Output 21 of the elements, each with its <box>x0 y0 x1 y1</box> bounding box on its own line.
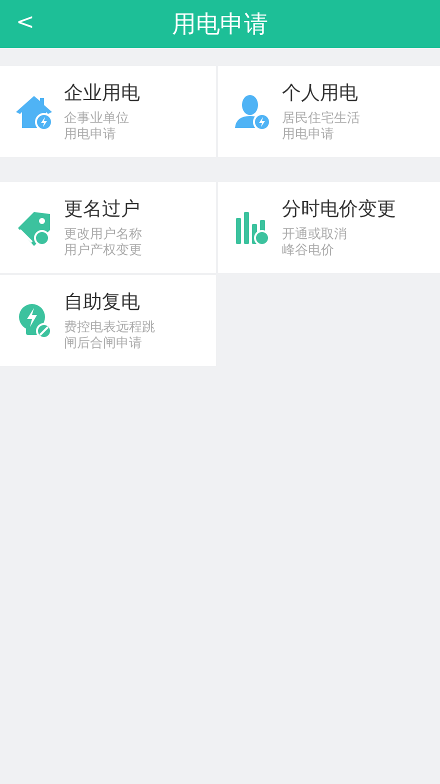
tile-description: 开通或取消 <box>282 227 348 243</box>
tile-title: 更名过户 <box>64 197 141 222</box>
tile-description: 用电申请 <box>282 127 335 143</box>
page-title: 用电申请 <box>172 9 268 40</box>
tile-description: 闸后合闸申请 <box>64 336 143 352</box>
service-tile[interactable]: 更名过户 更改用户名称 用户产权变更 <box>0 182 216 273</box>
tile-description: 费控电表远程跳 <box>64 320 155 336</box>
tile-description: 峰谷电价 <box>282 243 335 259</box>
tile-title: 企业用电 <box>64 81 140 106</box>
tile-description: 更改用户名称 <box>64 227 142 243</box>
service-tile[interactable]: 个人用电 居民住宅生活 用电申请 <box>218 66 440 157</box>
service-tile[interactable]: 分时电价变更 开通或取消 峰谷电价 <box>218 182 440 273</box>
service-tile[interactable]: 自助复电 费控电表远程跳 闸后合闸申请 <box>0 275 216 366</box>
tile-description: 用电申请 <box>64 127 117 143</box>
tile-title: 分时电价变更 <box>282 197 396 222</box>
tile-description: 居民住宅生活 <box>282 111 360 127</box>
tile-title: 自助复电 <box>64 290 141 315</box>
tile-description: 企事业单位 <box>64 111 130 127</box>
tile-description: 用户产权变更 <box>64 243 142 259</box>
tile-title: 个人用电 <box>282 81 359 106</box>
service-tile[interactable]: 企业用电 企事业单位 用电申请 <box>0 66 216 157</box>
